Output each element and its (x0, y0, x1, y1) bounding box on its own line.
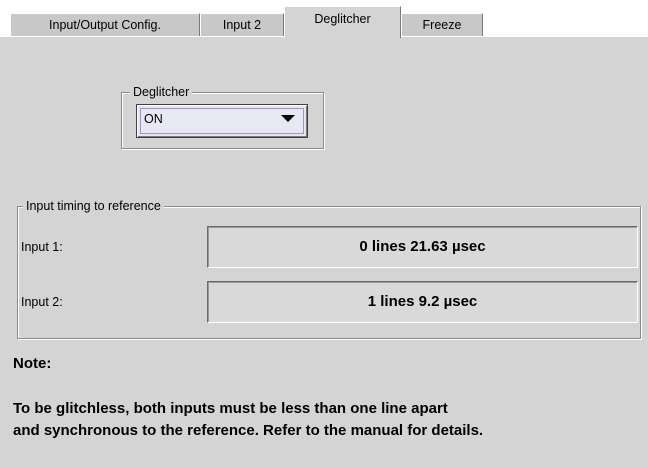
input-1-label: Input 1: (21, 240, 63, 254)
deglitcher-group-title: Deglitcher (130, 84, 193, 100)
note-line-1: To be glitchless, both inputs must be le… (13, 400, 448, 417)
input-2-timing-readout: 1 lines 9.2 µsec (207, 281, 638, 323)
select-inner-frame (140, 108, 304, 134)
deglitcher-select[interactable]: ON (136, 104, 308, 138)
tab-input-2[interactable]: Input 2 (200, 13, 284, 37)
input-1-timing-readout: 0 lines 21.63 µsec (207, 226, 638, 268)
input-2-label: Input 2: (21, 295, 63, 309)
tab-bar: Input/Output Config. Input 2 Deglitcher … (0, 0, 648, 38)
tab-deglitcher[interactable]: Deglitcher (284, 6, 401, 38)
note-heading: Note: (13, 355, 52, 372)
tab-freeze[interactable]: Freeze (401, 13, 483, 37)
deglitcher-group: Deglitcher ON (121, 84, 324, 149)
deglitcher-selected-value: ON (144, 112, 163, 126)
input-timing-group-title: Input timing to reference (23, 198, 164, 214)
tab-input-output-config[interactable]: Input/Output Config. (10, 13, 200, 37)
note-line-2: and synchronous to the reference. Refer … (13, 422, 484, 439)
deglitcher-panel: Input/Output Config. Input 2 Deglitcher … (0, 0, 648, 467)
chevron-down-icon (281, 115, 295, 122)
note-text: To be glitchless, both inputs must be le… (13, 398, 483, 442)
